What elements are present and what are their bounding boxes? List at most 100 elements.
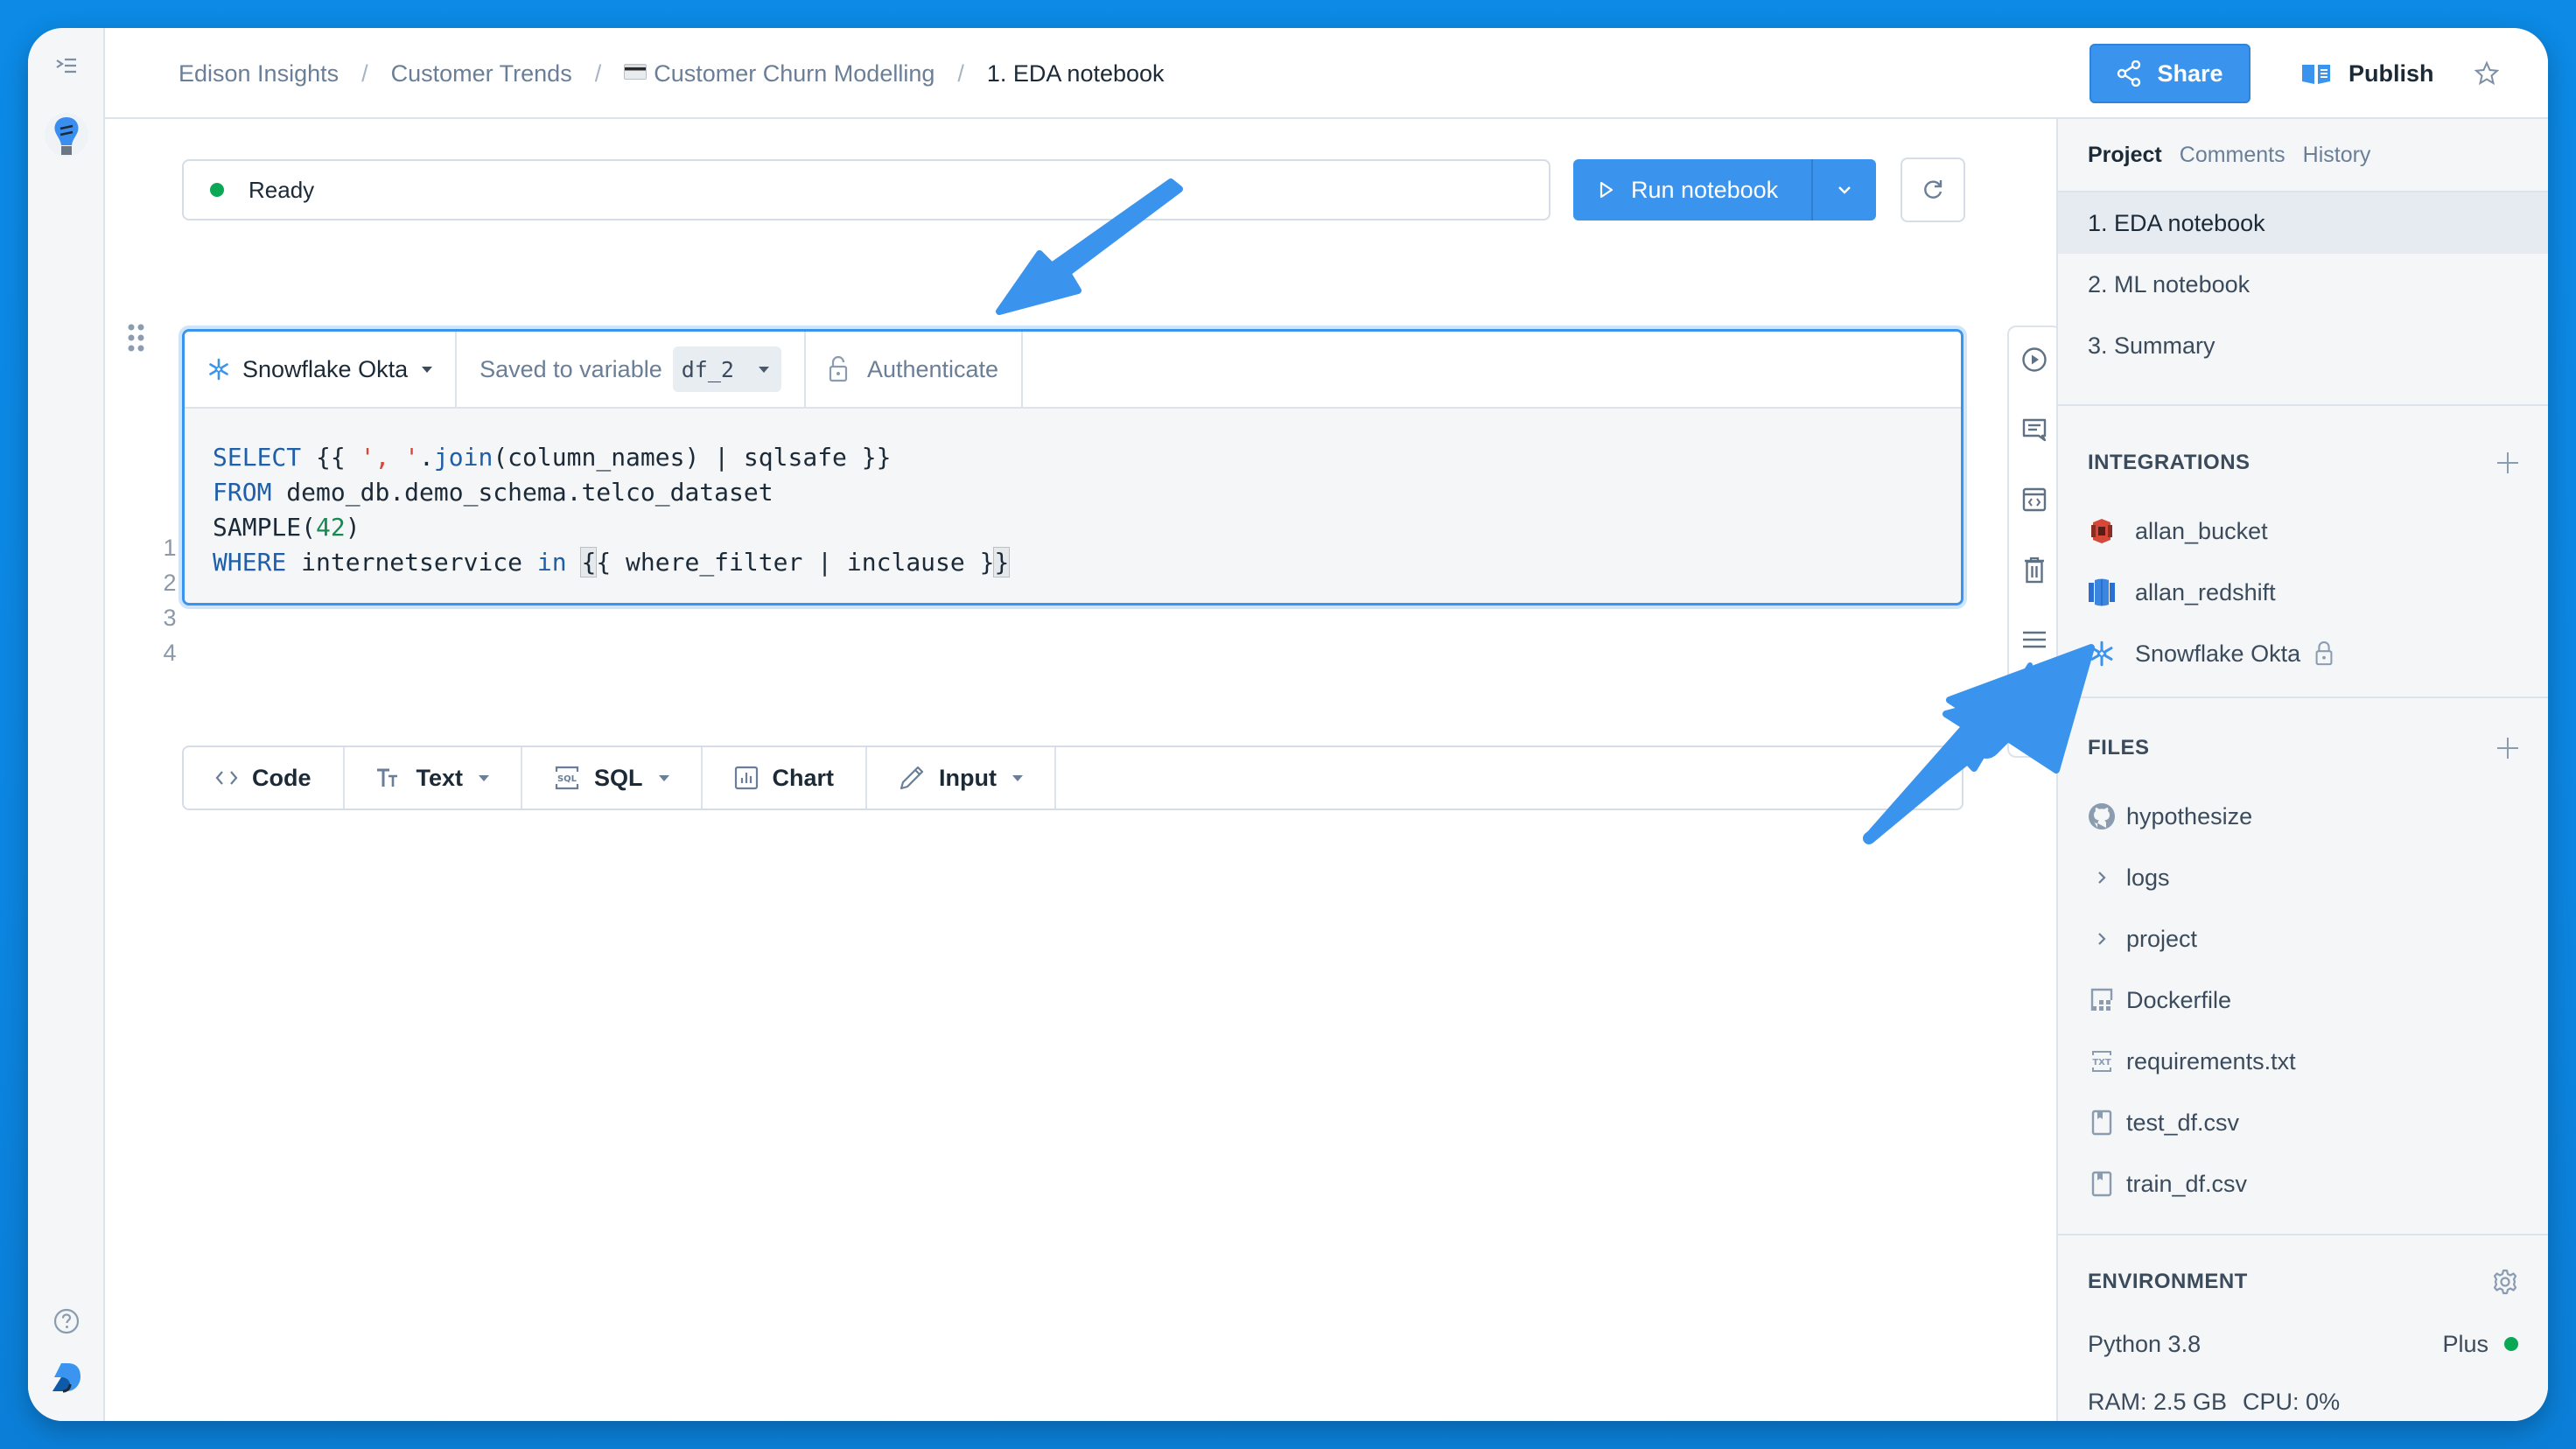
- help-icon[interactable]: [28, 1302, 105, 1340]
- chevron-right-icon: [2088, 930, 2116, 948]
- python-version-row: Python 3.8 Plus: [2058, 1320, 2548, 1368]
- breadcrumb-separator: /: [594, 60, 602, 87]
- environment-title: ENVIRONMENT: [2088, 1270, 2248, 1293]
- workspace-logo-lightbulb-icon[interactable]: [28, 110, 105, 163]
- connection-selector[interactable]: Snowflake Okta: [185, 332, 458, 407]
- run-options-dropdown[interactable]: [1811, 159, 1876, 220]
- integration-label: allan_bucket: [2135, 517, 2268, 544]
- integrations-header: INTEGRATIONS: [2058, 425, 2548, 500]
- matched-bracket: }: [993, 547, 1011, 578]
- file-item[interactable]: hypothesize: [2058, 786, 2548, 847]
- file-item[interactable]: Dockerfile: [2058, 970, 2548, 1031]
- notebook-item-ml[interactable]: 2. ML notebook: [2058, 254, 2548, 315]
- code-editor[interactable]: SELECT {{ ', '.join(column_names) | sqls…: [185, 409, 1961, 603]
- sql-cell[interactable]: Snowflake Okta Saved to variable df_2 Au…: [182, 329, 1964, 606]
- machine-tier[interactable]: Plus: [2442, 1331, 2518, 1358]
- file-label: Dockerfile: [2126, 986, 2232, 1013]
- breadcrumb: Edison Insights / Customer Trends / Cust…: [178, 28, 1165, 119]
- delete-cell-icon[interactable]: [2009, 556, 2060, 584]
- lock-icon: [2314, 641, 2334, 666]
- play-icon: [1600, 181, 1614, 199]
- refresh-icon: [1924, 180, 1942, 199]
- folder-item[interactable]: logs: [2058, 847, 2548, 908]
- breadcrumb-project[interactable]: Customer Churn Modelling: [654, 60, 934, 88]
- deepnote-logo-icon[interactable]: [28, 1358, 105, 1396]
- files-header: FILES: [2058, 710, 2548, 786]
- code-line: SAMPLE(42): [185, 510, 1961, 545]
- divider: [2058, 404, 2548, 406]
- variable-name-dropdown[interactable]: df_2: [672, 346, 781, 392]
- run-notebook-button[interactable]: Run notebook: [1573, 159, 1811, 220]
- file-label: train_df.csv: [2126, 1170, 2248, 1197]
- csv-file-icon: [2088, 1171, 2116, 1197]
- environment-settings-icon[interactable]: [2492, 1269, 2518, 1295]
- ram-usage: RAM: 2.5 GB: [2088, 1388, 2228, 1415]
- restart-kernel-button[interactable]: [1900, 158, 1965, 222]
- machine-tier-label: Plus: [2442, 1330, 2488, 1357]
- code-text: { where_filter | inclause }: [596, 548, 995, 577]
- code-line: SELECT {{ ', '.join(column_names) | sqls…: [185, 440, 1961, 475]
- add-sql-cell-button[interactable]: SQL SQL: [522, 747, 703, 808]
- code-number: 42: [316, 513, 346, 542]
- tab-project[interactable]: Project: [2088, 143, 2162, 168]
- run-cell-icon[interactable]: [2009, 346, 2060, 373]
- add-integration-icon[interactable]: [2497, 452, 2518, 473]
- add-input-cell-button[interactable]: Input: [867, 747, 1057, 808]
- saved-to-variable-label: Saved to variable: [480, 355, 662, 382]
- variable-name: df_2: [681, 356, 734, 382]
- run-notebook-button-group: Run notebook: [1573, 159, 1876, 220]
- divider: [2058, 1234, 2548, 1236]
- integrations-title: INTEGRATIONS: [2088, 451, 2250, 474]
- cell-menu-icon[interactable]: [2009, 630, 2060, 649]
- add-text-cell-button[interactable]: Text: [345, 747, 523, 808]
- machine-status-dot: [2504, 1337, 2518, 1351]
- cell-drag-handle[interactable]: [126, 322, 147, 354]
- tab-history[interactable]: History: [2303, 143, 2371, 168]
- breadcrumb-separator: /: [957, 60, 964, 87]
- more-options-icon[interactable]: [2546, 54, 2548, 93]
- environment-header: ENVIRONMENT: [2058, 1244, 2548, 1320]
- notebook-item-summary[interactable]: 3. Summary: [2058, 315, 2548, 376]
- add-text-label: Text: [416, 764, 464, 791]
- add-code-cell-button[interactable]: Code: [184, 747, 345, 808]
- tab-comments[interactable]: Comments: [2180, 143, 2286, 168]
- chevron-down-icon: [1838, 186, 1851, 194]
- code-line: WHERE internetservice in {{ where_filter…: [185, 545, 1961, 580]
- share-button[interactable]: Share: [2090, 44, 2250, 103]
- notebook-label: 2. ML notebook: [2088, 270, 2250, 298]
- folder-item[interactable]: project: [2058, 908, 2548, 970]
- publish-label: Publish: [2348, 60, 2434, 87]
- integration-item[interactable]: Snowflake Okta: [2058, 623, 2548, 684]
- integration-item[interactable]: allan_redshift: [2058, 562, 2548, 623]
- project-sidebar: Project Comments History 1. EDA notebook…: [2056, 119, 2548, 1421]
- sidebar-tabs: Project Comments History: [2058, 119, 2548, 192]
- add-chart-cell-button[interactable]: Chart: [703, 747, 868, 808]
- comment-icon[interactable]: [2009, 416, 2060, 443]
- app-window: Edison Insights / Customer Trends / Cust…: [28, 28, 2548, 1421]
- embed-code-icon[interactable]: [2009, 486, 2060, 513]
- integration-label: Snowflake Okta: [2135, 640, 2301, 667]
- caret-down-icon: [422, 366, 433, 373]
- integration-item[interactable]: allan_bucket: [2058, 500, 2548, 562]
- github-icon: [2088, 802, 2116, 830]
- breadcrumb-current-notebook: 1. EDA notebook: [986, 60, 1165, 87]
- add-file-icon[interactable]: [2497, 738, 2518, 759]
- authenticate-button[interactable]: Authenticate: [806, 332, 1024, 407]
- matched-bracket: {: [580, 547, 598, 578]
- sql-icon: SQL: [555, 766, 579, 790]
- breadcrumb-folder[interactable]: Customer Trends: [391, 60, 572, 88]
- code-keyword: FROM: [213, 478, 272, 507]
- breadcrumb-workspace[interactable]: Edison Insights: [178, 60, 339, 88]
- caret-down-icon: [758, 366, 769, 373]
- expand-sidebar-icon[interactable]: [28, 49, 105, 84]
- file-item[interactable]: test_df.csv: [2058, 1092, 2548, 1153]
- file-item[interactable]: TXT requirements.txt: [2058, 1031, 2548, 1092]
- add-input-label: Input: [939, 764, 998, 791]
- notebook-item-eda[interactable]: 1. EDA notebook: [2058, 192, 2548, 254]
- text-icon: [376, 768, 397, 787]
- code-text: (column_names) | sqlsafe }}: [493, 443, 892, 472]
- publish-button[interactable]: Publish: [2284, 44, 2452, 103]
- file-item[interactable]: train_df.csv: [2058, 1153, 2548, 1214]
- star-icon[interactable]: [2468, 54, 2506, 93]
